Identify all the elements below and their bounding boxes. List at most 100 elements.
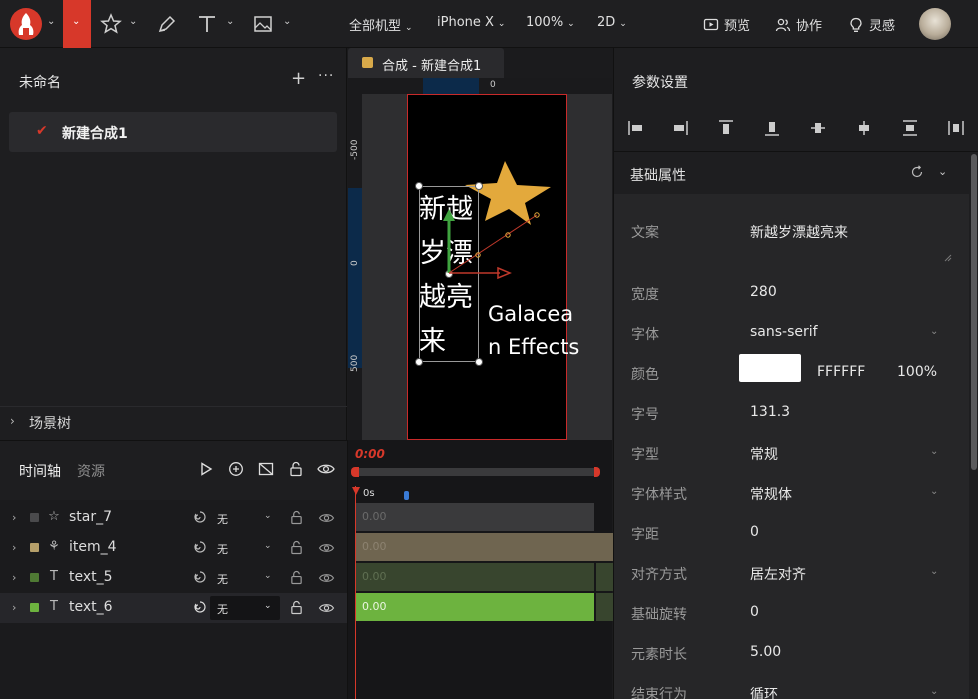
chevron-down-icon[interactable]: ⌄: [283, 16, 291, 27]
mode-select[interactable]: 2D ⌄: [597, 15, 627, 30]
image-tool-icon[interactable]: [252, 13, 274, 35]
chevron-right-icon[interactable]: ›: [12, 601, 16, 614]
letter-spacing-input[interactable]: 0: [750, 524, 759, 540]
scene-tree-toggle[interactable]: › 场景树: [0, 406, 347, 440]
eye-icon[interactable]: [318, 571, 335, 585]
resize-handle[interactable]: [475, 358, 483, 366]
star-tool-icon[interactable]: [100, 13, 122, 35]
model-select[interactable]: iPhone X ⌄: [437, 15, 505, 30]
clip-star-7[interactable]: 0.00: [356, 503, 594, 531]
transform-gizmo[interactable]: [440, 205, 550, 285]
pen-tool-icon[interactable]: [156, 13, 178, 35]
collaborate-button[interactable]: 协作: [775, 15, 822, 34]
chevron-down-icon[interactable]: ⌄: [129, 16, 137, 27]
chevron-down-icon[interactable]: ⌄: [264, 601, 272, 611]
chevron-down-icon[interactable]: ⌄: [930, 446, 938, 457]
easing-icon[interactable]: [193, 510, 207, 524]
timeline-scrollbar[interactable]: [353, 468, 599, 476]
align-top-icon[interactable]: [717, 119, 735, 137]
crop-icon[interactable]: [258, 461, 274, 477]
chevron-down-icon[interactable]: ⌄: [264, 511, 272, 521]
properties-scrollbar[interactable]: [971, 154, 977, 470]
active-tool-dropdown[interactable]: ⌄: [63, 0, 91, 48]
resize-grip-icon[interactable]: [944, 254, 952, 262]
align-bottom-icon[interactable]: [763, 119, 781, 137]
font-size-input[interactable]: 131.3: [750, 404, 790, 420]
clip-text-5-tail[interactable]: [596, 563, 613, 591]
lock-icon[interactable]: [290, 540, 303, 555]
tab-timeline[interactable]: 时间轴: [19, 461, 61, 481]
add-composition-button[interactable]: +: [291, 68, 306, 89]
galacean-text-element[interactable]: Galacea n Effects: [488, 298, 588, 364]
chevron-down-icon[interactable]: ⌄: [930, 566, 938, 577]
distribute-vertical-icon[interactable]: [901, 119, 919, 137]
basic-properties-header[interactable]: 基础属性 ⌄: [614, 152, 969, 194]
eye-icon[interactable]: [318, 511, 335, 525]
user-avatar[interactable]: [919, 8, 951, 40]
lock-icon[interactable]: [290, 600, 303, 615]
eye-icon[interactable]: [318, 601, 335, 615]
playhead[interactable]: [355, 486, 356, 699]
chevron-right-icon[interactable]: ›: [12, 511, 16, 524]
layer-row-selected[interactable]: › T text_6 无 ⌄: [0, 593, 347, 623]
resize-handle[interactable]: [475, 182, 483, 190]
alignment-select[interactable]: 居左对齐: [750, 564, 806, 584]
add-keyframe-icon[interactable]: [228, 461, 244, 477]
font-style-select[interactable]: 常规体: [750, 484, 792, 504]
chevron-down-icon[interactable]: ⌄: [930, 486, 938, 497]
clip-item-4[interactable]: 0.00: [356, 533, 613, 561]
preview-button[interactable]: 预览: [703, 15, 750, 34]
resize-handle[interactable]: [415, 358, 423, 366]
logo-chevron-down-icon[interactable]: ⌄: [47, 16, 55, 27]
chevron-down-icon[interactable]: ⌄: [264, 541, 272, 551]
color-opacity-input[interactable]: 100%: [897, 364, 937, 380]
chevron-down-icon[interactable]: ⌄: [938, 165, 947, 178]
chevron-right-icon[interactable]: ›: [12, 571, 16, 584]
align-horizontal-center-icon[interactable]: [855, 119, 873, 137]
composition-item[interactable]: ✔ 新建合成1: [9, 112, 337, 152]
app-logo-icon[interactable]: [10, 8, 42, 40]
font-select[interactable]: sans-serif: [750, 324, 818, 340]
color-swatch[interactable]: [739, 354, 801, 382]
chevron-down-icon[interactable]: ⌄: [264, 571, 272, 581]
easing-icon[interactable]: [193, 540, 207, 554]
tab-composition[interactable]: 合成 - 新建合成1: [348, 48, 504, 78]
eye-icon[interactable]: [318, 541, 335, 555]
text-tool-icon[interactable]: [196, 13, 218, 35]
reset-icon[interactable]: [910, 165, 924, 179]
eye-icon[interactable]: [317, 461, 335, 477]
chevron-down-icon[interactable]: ⌄: [930, 686, 938, 697]
end-behavior-select[interactable]: 循环: [750, 684, 778, 699]
scroll-end-handle[interactable]: [594, 467, 600, 477]
clip-text-5[interactable]: 0.00: [356, 563, 594, 591]
device-select[interactable]: 全部机型 ⌄: [349, 15, 413, 34]
duration-input[interactable]: 5.00: [750, 644, 781, 660]
lock-icon[interactable]: [289, 461, 303, 477]
clip-text-6-tail[interactable]: [596, 593, 613, 621]
clip-text-6[interactable]: 0.00: [356, 593, 594, 621]
more-options-button[interactable]: ···: [318, 68, 334, 84]
lock-icon[interactable]: [290, 510, 303, 525]
width-input[interactable]: 280: [750, 284, 777, 300]
font-weight-select[interactable]: 常规: [750, 444, 778, 464]
resize-handle[interactable]: [415, 182, 423, 190]
lock-icon[interactable]: [290, 570, 303, 585]
tab-assets[interactable]: 资源: [77, 461, 105, 481]
align-right-icon[interactable]: [671, 119, 689, 137]
chevron-down-icon[interactable]: ⌄: [226, 16, 234, 27]
layer-row[interactable]: › ⚘ item_4 无 ⌄: [0, 533, 347, 563]
zoom-select[interactable]: 100% ⌄: [526, 15, 575, 30]
time-marker[interactable]: [404, 491, 409, 500]
scroll-start-handle[interactable]: [351, 467, 359, 477]
timeline-track-area[interactable]: 0:00 0s 0.00 0.00 0.00 0.00: [347, 440, 613, 699]
playhead-handle[interactable]: [352, 487, 360, 495]
play-icon[interactable]: [198, 461, 214, 477]
align-vertical-center-icon[interactable]: [809, 119, 827, 137]
layer-row[interactable]: › T text_5 无 ⌄: [0, 563, 347, 593]
layer-row[interactable]: › ☆ star_7 无 ⌄: [0, 503, 347, 533]
align-left-icon[interactable]: [627, 119, 645, 137]
chevron-right-icon[interactable]: ›: [12, 541, 16, 554]
distribute-horizontal-icon[interactable]: [947, 119, 965, 137]
inspiration-button[interactable]: 灵感: [848, 15, 895, 34]
chevron-down-icon[interactable]: ⌄: [930, 326, 938, 337]
